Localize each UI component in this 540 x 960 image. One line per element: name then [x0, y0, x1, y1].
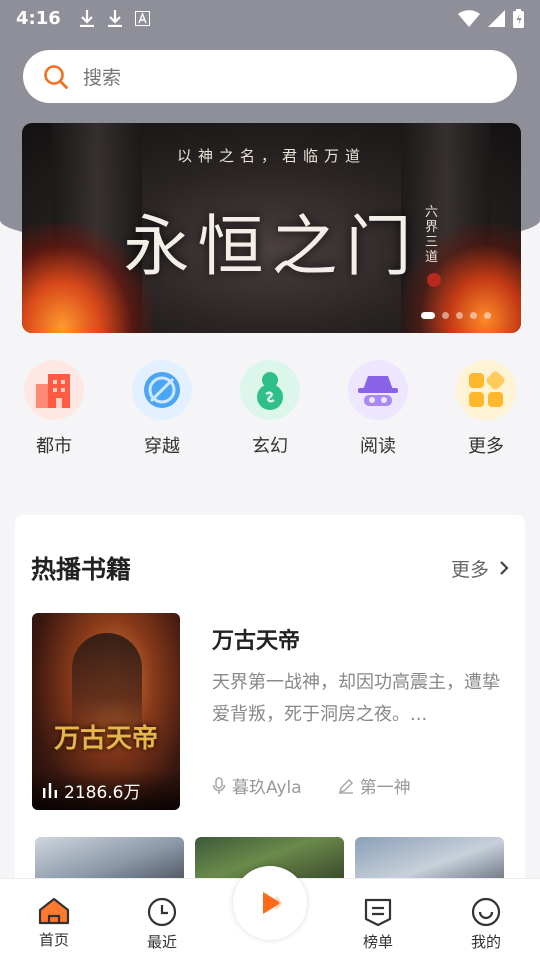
author-name: 第一神 [359, 778, 411, 798]
nav-rankings[interactable]: 榜单 [338, 879, 418, 960]
more-label: 更多 [450, 558, 489, 581]
wifi-icon [458, 9, 480, 27]
hot-books-header: 热播书籍 更多 [31, 550, 509, 586]
banner-dot[interactable] [484, 312, 491, 319]
gourd-icon [240, 360, 300, 420]
promo-banner[interactable]: 以神之名，君临万道 永恒之门 六界三道 [22, 123, 521, 333]
banner-side-text: 六界三道 [425, 205, 439, 265]
portal-icon [132, 360, 192, 420]
banner-dot[interactable] [421, 312, 435, 319]
font-icon [134, 10, 150, 26]
banner-subtitle: 以神之名，君临万道 [176, 147, 366, 165]
nav-home[interactable]: 首页 [14, 879, 94, 960]
signal-icon [488, 9, 505, 27]
chart-list-icon [364, 898, 392, 927]
category-label: 穿越 [144, 436, 180, 457]
nav-recent[interactable]: 最近 [122, 879, 202, 960]
category-time-travel[interactable]: 穿越 [108, 360, 216, 470]
nav-label: 首页 [38, 931, 69, 949]
play-button[interactable] [233, 866, 307, 940]
clock-icon [147, 897, 177, 927]
narrator-name: 暮玖Ayla [232, 778, 302, 798]
search-placeholder: 搜索 [83, 67, 122, 89]
chevron-right-icon [500, 561, 509, 575]
book-description: 天界第一战神，却因功高震主，遭挚爱背叛，死于洞房之夜。... [212, 672, 500, 725]
category-label: 都市 [36, 436, 72, 457]
category-city[interactable]: 都市 [0, 360, 108, 470]
banner-pagination[interactable] [421, 312, 491, 319]
bar-chart-icon [43, 783, 57, 798]
category-row: 都市 穿越 玄幻 阅读 更多 [0, 360, 540, 470]
nav-label: 榜单 [362, 933, 393, 951]
banner-dot[interactable] [442, 312, 449, 319]
status-time: 4:16 [16, 7, 61, 29]
play-count-value: 2186.6万 [64, 782, 141, 803]
section-title: 热播书籍 [31, 555, 132, 584]
status-bar: 4:16 [0, 0, 540, 36]
pen-icon [338, 778, 353, 794]
banner-dot[interactable] [470, 312, 477, 319]
book-cover[interactable]: 万古天帝 2186.6万 [32, 613, 180, 810]
microphone-icon [212, 776, 226, 794]
grid-icon [456, 360, 516, 420]
banner-dot[interactable] [456, 312, 463, 319]
nav-label: 最近 [146, 933, 177, 951]
city-icon [24, 360, 84, 420]
category-reading[interactable]: 阅读 [324, 360, 432, 470]
search-icon [44, 64, 68, 89]
book-title[interactable]: 万古天帝 [212, 623, 300, 655]
battery-icon [513, 8, 524, 28]
smile-icon [471, 897, 501, 927]
category-label: 玄幻 [252, 436, 288, 457]
category-label: 阅读 [360, 436, 396, 457]
download-icon [79, 10, 94, 27]
cover-title: 万古天帝 [53, 724, 158, 754]
download-icon [107, 10, 122, 27]
banner-seal [427, 273, 441, 287]
more-link[interactable]: 更多 [451, 555, 509, 582]
search-bar[interactable]: 搜索 [23, 50, 517, 103]
category-fantasy[interactable]: 玄幻 [216, 360, 324, 470]
category-label: 更多 [468, 436, 504, 457]
nav-profile[interactable]: 我的 [446, 879, 526, 960]
category-more[interactable]: 更多 [432, 360, 540, 470]
play-icon [263, 892, 283, 914]
home-icon [38, 897, 70, 925]
book-meta: 暮玖Ayla 第一神 [212, 773, 411, 798]
banner-title: 永恒之门 [123, 208, 420, 285]
nav-label: 我的 [470, 933, 501, 951]
incognito-icon [348, 360, 408, 420]
play-count: 2186.6万 [32, 770, 180, 810]
